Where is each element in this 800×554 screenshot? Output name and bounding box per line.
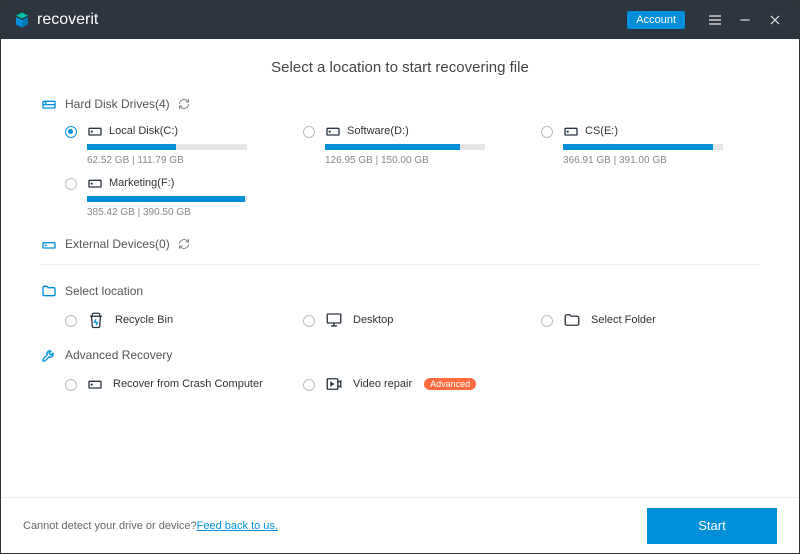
- drive-name: Marketing(F:): [109, 177, 174, 189]
- drive-name: Software(D:): [347, 125, 409, 137]
- radio-button[interactable]: [303, 315, 315, 327]
- close-icon[interactable]: [763, 8, 787, 32]
- footer: Cannot detect your drive or device? Feed…: [1, 497, 799, 553]
- radio-button[interactable]: [541, 315, 553, 327]
- usage-bar: [563, 144, 723, 150]
- location-item[interactable]: Recycle Bin: [65, 311, 283, 329]
- drive-info: Software(D:) 126.95 GB | 150.00 GB: [325, 124, 521, 166]
- radio-button[interactable]: [541, 126, 553, 138]
- desktop-icon: [325, 311, 343, 329]
- titlebar: recoverit Account: [1, 1, 799, 39]
- account-button[interactable]: Account: [627, 11, 685, 29]
- divider: [41, 264, 759, 265]
- drive-size: 126.95 GB | 150.00 GB: [325, 155, 521, 166]
- external-drives: [65, 264, 759, 265]
- radio-button[interactable]: [65, 315, 77, 327]
- section-title-external: External Devices(0): [65, 237, 170, 251]
- section-title-advanced: Advanced Recovery: [65, 348, 172, 362]
- location-item[interactable]: Desktop: [303, 311, 521, 329]
- advanced-badge: Advanced: [424, 378, 476, 390]
- hdd-drives: Local Disk(C:) 62.52 GB | 111.79 GB Softwa…: [65, 124, 759, 218]
- usage-bar: [325, 144, 485, 150]
- section-title-hdd: Hard Disk Drives(4): [65, 97, 170, 111]
- footer-text: Cannot detect your drive or device?: [23, 520, 197, 532]
- drive-info: CS(E:) 366.91 GB | 391.00 GB: [563, 124, 759, 166]
- video-repair-icon: [325, 375, 343, 393]
- drive-name: Local Disk(C:): [109, 125, 178, 137]
- folder-section-icon: [41, 283, 57, 299]
- usage-bar: [87, 144, 247, 150]
- drive-name: CS(E:): [585, 125, 618, 137]
- radio-button[interactable]: [65, 178, 77, 190]
- start-button[interactable]: Start: [647, 508, 777, 544]
- main-content: Select a location to start recovering fi…: [1, 39, 799, 497]
- drive-size: 385.42 GB | 390.50 GB: [87, 207, 283, 218]
- recycle-bin-icon: [87, 311, 105, 329]
- app-window: recoverit Account Select a location to s…: [0, 0, 800, 554]
- section-header-location: Select location: [41, 283, 759, 299]
- page-title: Select a location to start recovering fi…: [41, 59, 759, 76]
- drive-size: 62.52 GB | 111.79 GB: [87, 155, 283, 166]
- location-label: Desktop: [353, 314, 393, 326]
- advanced-label: Video repair: [353, 378, 412, 390]
- drive-item[interactable]: Marketing(F:) 385.42 GB | 390.50 GB: [65, 176, 283, 218]
- drive-info: Marketing(F:) 385.42 GB | 390.50 GB: [87, 176, 283, 218]
- drive-item[interactable]: CS(E:) 366.91 GB | 391.00 GB: [541, 124, 759, 166]
- location-options: Recycle Bin Desktop Select Folder: [65, 311, 759, 329]
- location-item[interactable]: Select Folder: [541, 311, 759, 329]
- minimize-icon[interactable]: [733, 8, 757, 32]
- disk-icon: [41, 96, 57, 112]
- refresh-icon[interactable]: [178, 98, 190, 110]
- wrench-icon: [41, 347, 57, 363]
- usage-bar: [87, 196, 247, 202]
- logo-icon: [13, 11, 31, 29]
- radio-button[interactable]: [65, 379, 77, 391]
- radio-button[interactable]: [303, 126, 315, 138]
- drive-item[interactable]: Local Disk(C:) 62.52 GB | 111.79 GB: [65, 124, 283, 166]
- section-title-location: Select location: [65, 284, 143, 298]
- app-logo: recoverit: [13, 11, 98, 29]
- feedback-link[interactable]: Feed back to us.: [197, 520, 278, 532]
- disk-icon: [87, 176, 103, 190]
- disk-icon: [87, 377, 103, 391]
- menu-icon[interactable]: [703, 8, 727, 32]
- advanced-label: Recover from Crash Computer: [113, 378, 263, 390]
- disk-icon: [87, 124, 103, 138]
- section-header-hdd: Hard Disk Drives(4): [41, 96, 759, 112]
- disk-icon: [325, 124, 341, 138]
- folder-icon: [563, 311, 581, 329]
- disk-icon: [563, 124, 579, 138]
- location-label: Select Folder: [591, 314, 656, 326]
- radio-button[interactable]: [303, 379, 315, 391]
- advanced-item[interactable]: Recover from Crash Computer: [65, 375, 283, 393]
- external-disk-icon: [41, 236, 57, 252]
- app-name: recoverit: [37, 11, 98, 29]
- section-header-advanced: Advanced Recovery: [41, 347, 759, 363]
- radio-button[interactable]: [65, 126, 77, 138]
- drive-size: 366.91 GB | 391.00 GB: [563, 155, 759, 166]
- section-header-external: External Devices(0): [41, 236, 759, 252]
- advanced-options: Recover from Crash Computer Video repair A…: [65, 375, 759, 393]
- refresh-icon[interactable]: [178, 238, 190, 250]
- advanced-item[interactable]: Video repair Advanced: [303, 375, 521, 393]
- location-label: Recycle Bin: [115, 314, 173, 326]
- drive-item[interactable]: Software(D:) 126.95 GB | 150.00 GB: [303, 124, 521, 166]
- drive-info: Local Disk(C:) 62.52 GB | 111.79 GB: [87, 124, 283, 166]
